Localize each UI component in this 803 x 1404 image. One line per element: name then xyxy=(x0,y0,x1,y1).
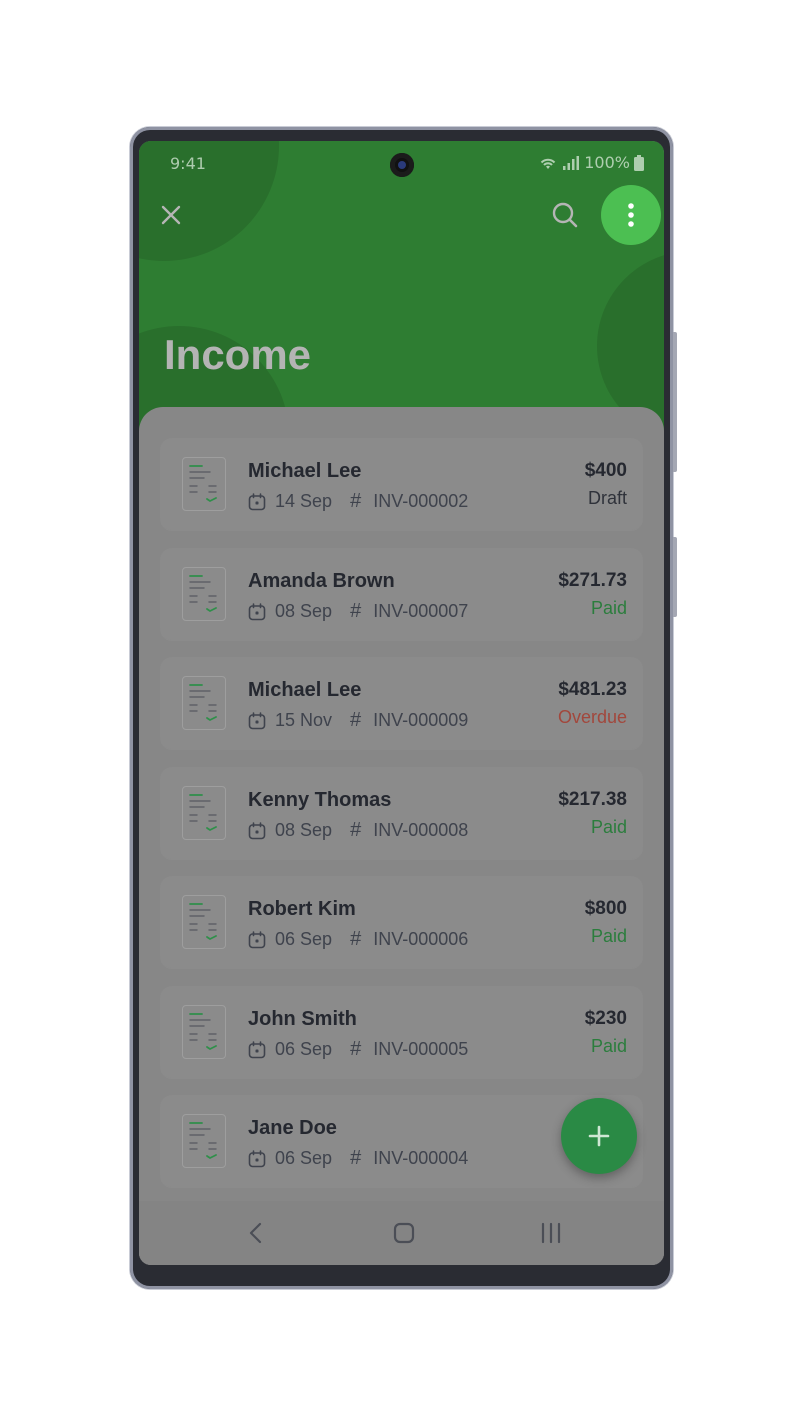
invoice-date: 06 Sep xyxy=(275,929,333,949)
decor-circle xyxy=(139,141,279,261)
front-camera xyxy=(390,153,414,177)
invoice-document-icon xyxy=(182,676,226,730)
client-name: Michael Lee xyxy=(248,460,362,482)
invoice-date: 14 Sep xyxy=(275,491,333,511)
client-name: Robert Kim xyxy=(248,898,356,920)
signal-icon xyxy=(563,155,580,170)
invoice-date: 08 Sep xyxy=(275,601,333,621)
status-indicators: 100% xyxy=(538,153,644,172)
status-time: 9:41 xyxy=(170,154,206,173)
calendar-icon xyxy=(248,821,266,839)
invoice-status: Overdue xyxy=(557,707,627,727)
invoice-amount: $230 xyxy=(584,1008,627,1029)
invoice-document-icon xyxy=(182,457,226,511)
client-name: Kenny Thomas xyxy=(248,789,392,811)
calendar-icon xyxy=(248,1040,266,1058)
nav-recents-button[interactable] xyxy=(539,1221,563,1245)
invoice-status: Paid xyxy=(590,1036,627,1056)
invoice-card[interactable]: Kenny Thomas 08 Sep # INV-000008 $217.38 Paid xyxy=(160,767,643,859)
invoice-document-icon xyxy=(182,1114,226,1168)
chevron-left-icon xyxy=(249,1222,262,1244)
invoice-number: INV-000002 xyxy=(373,491,469,511)
phone-device: 9:41 100% Income Michael Lee 14 Sep # IN… xyxy=(130,127,677,1289)
invoice-status: Paid xyxy=(590,598,627,618)
battery-icon xyxy=(634,154,644,171)
close-button[interactable] xyxy=(159,203,183,227)
calendar-icon xyxy=(248,492,266,510)
invoice-number: INV-000007 xyxy=(373,601,469,621)
system-nav-bar xyxy=(139,1201,664,1265)
invoice-meta: 06 Sep # INV-000006 xyxy=(248,928,468,951)
hash-icon: # xyxy=(350,490,362,512)
invoice-document-icon xyxy=(182,895,226,949)
invoice-card[interactable]: Robert Kim 06 Sep # INV-000006 $800 Paid xyxy=(160,876,643,968)
plus-icon xyxy=(588,1125,610,1147)
wifi-icon xyxy=(541,158,556,169)
invoice-meta: 08 Sep # INV-000007 xyxy=(248,600,468,623)
calendar-icon xyxy=(248,602,266,620)
recents-icon xyxy=(541,1222,561,1244)
app-header: 9:41 100% Income xyxy=(139,141,664,431)
invoice-document-icon xyxy=(182,567,226,621)
hash-icon: # xyxy=(350,600,362,622)
calendar-icon xyxy=(248,1149,266,1167)
invoice-amount: $217.38 xyxy=(558,789,627,810)
invoice-status: Draft xyxy=(587,488,627,508)
invoice-meta: 06 Sep # INV-000004 xyxy=(248,1147,468,1170)
app-screen: 9:41 100% Income Michael Lee 14 Sep # IN… xyxy=(139,141,664,1265)
decor-circle xyxy=(597,251,664,431)
page-title: Income xyxy=(164,331,312,378)
invoice-date: 15 Nov xyxy=(275,710,333,730)
invoice-meta: 15 Nov # INV-000009 xyxy=(248,709,468,732)
invoice-date: 06 Sep xyxy=(275,1148,333,1168)
client-name: Michael Lee xyxy=(248,679,362,701)
search-button[interactable] xyxy=(551,201,579,229)
invoice-date: 08 Sep xyxy=(275,820,333,840)
nav-home-button[interactable] xyxy=(392,1221,416,1245)
nav-back-button[interactable] xyxy=(245,1221,269,1245)
calendar-icon xyxy=(248,930,266,948)
close-icon xyxy=(161,205,181,225)
hash-icon: # xyxy=(350,709,362,731)
invoice-amount: $481.23 xyxy=(558,679,627,700)
client-name: John Smith xyxy=(248,1008,357,1030)
invoice-card[interactable]: Amanda Brown 08 Sep # INV-000007 $271.73 Paid xyxy=(160,548,643,640)
invoice-meta: 06 Sep # INV-000005 xyxy=(248,1038,468,1061)
invoice-meta: 14 Sep # INV-000002 xyxy=(248,490,468,513)
more-vertical-icon xyxy=(628,203,634,227)
hash-icon: # xyxy=(350,1147,362,1169)
invoice-amount: $800 xyxy=(584,898,627,919)
invoice-card[interactable]: Michael Lee 15 Nov # INV-000009 $481.23 Overd… xyxy=(160,657,643,749)
invoice-status: Paid xyxy=(590,926,627,946)
power-button xyxy=(673,537,677,617)
hash-icon: # xyxy=(350,928,362,950)
invoice-number: INV-000009 xyxy=(373,710,469,730)
invoice-document-icon xyxy=(182,1005,226,1059)
hash-icon: # xyxy=(350,819,362,841)
invoice-number: INV-000006 xyxy=(373,929,469,949)
add-invoice-button[interactable] xyxy=(561,1098,637,1174)
invoice-card[interactable]: Michael Lee 14 Sep # INV-000002 $400 Draft xyxy=(160,438,643,530)
invoice-date: 06 Sep xyxy=(275,1039,333,1059)
hash-icon: # xyxy=(350,1038,362,1060)
battery-percent: 100% xyxy=(584,153,630,172)
calendar-icon xyxy=(248,711,266,729)
volume-button xyxy=(673,332,677,472)
invoice-document-icon xyxy=(182,786,226,840)
invoice-amount: $271.73 xyxy=(558,570,627,591)
more-options-button[interactable] xyxy=(601,185,661,245)
invoice-number: INV-000004 xyxy=(373,1148,469,1168)
client-name: Jane Doe xyxy=(248,1117,337,1139)
invoice-meta: 08 Sep # INV-000008 xyxy=(248,819,468,842)
invoice-number: INV-000008 xyxy=(373,820,469,840)
home-square-icon xyxy=(393,1222,415,1244)
search-icon xyxy=(552,202,578,228)
client-name: Amanda Brown xyxy=(248,570,395,592)
invoice-card[interactable]: John Smith 06 Sep # INV-000005 $230 Paid xyxy=(160,986,643,1078)
invoice-amount: $400 xyxy=(584,460,627,481)
invoice-number: INV-000005 xyxy=(373,1039,469,1059)
invoice-status: Paid xyxy=(590,817,627,837)
